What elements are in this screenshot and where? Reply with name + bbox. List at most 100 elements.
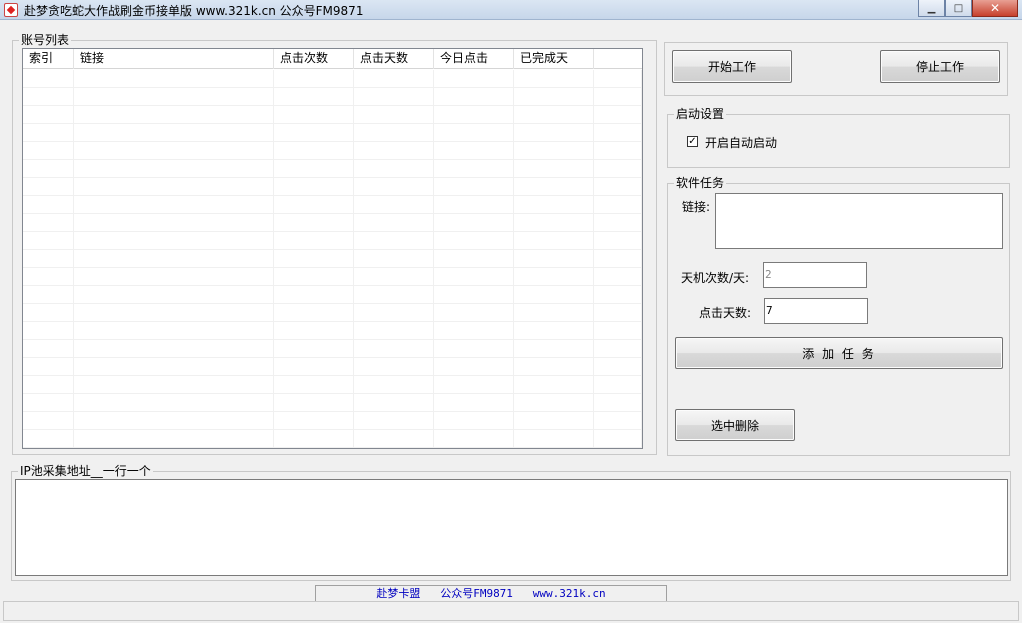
- table-row[interactable]: [23, 268, 642, 286]
- table-row[interactable]: [23, 286, 642, 304]
- table-cell: [23, 214, 74, 232]
- table-cell: [74, 160, 274, 178]
- column-header-click-days[interactable]: 点击天数: [354, 49, 434, 69]
- start-work-button[interactable]: 开始工作: [672, 50, 792, 83]
- table-cell: [514, 376, 594, 394]
- stop-work-button[interactable]: 停止工作: [880, 50, 1000, 83]
- table-cell: [23, 268, 74, 286]
- auto-start-checkbox[interactable]: ✓: [687, 136, 698, 147]
- table-cell: [514, 322, 594, 340]
- minimize-button[interactable]: ▁: [918, 0, 945, 17]
- table-row[interactable]: [23, 412, 642, 430]
- table-cell: [354, 304, 434, 322]
- table-row[interactable]: [23, 160, 642, 178]
- table-cell: [74, 142, 274, 160]
- list-header: 索引 链接 点击次数 点击天数 今日点击 已完成天: [23, 49, 642, 69]
- account-list-view[interactable]: 索引 链接 点击次数 点击天数 今日点击 已完成天: [22, 48, 643, 449]
- table-cell: [23, 124, 74, 142]
- table-cell: [354, 250, 434, 268]
- table-cell: [74, 430, 274, 448]
- table-cell: [594, 124, 642, 142]
- click-days-input[interactable]: 7: [764, 298, 868, 324]
- table-cell: [354, 286, 434, 304]
- column-header-completed-days[interactable]: 已完成天: [514, 49, 594, 69]
- list-body[interactable]: [23, 70, 642, 448]
- table-cell: [23, 376, 74, 394]
- table-row[interactable]: [23, 124, 642, 142]
- link-input[interactable]: [715, 193, 1003, 249]
- table-row[interactable]: [23, 214, 642, 232]
- auto-start-label[interactable]: 开启自动启动: [705, 134, 777, 151]
- table-cell: [594, 304, 642, 322]
- table-cell: [23, 322, 74, 340]
- table-cell: [274, 142, 354, 160]
- table-cell: [74, 196, 274, 214]
- table-cell: [74, 250, 274, 268]
- table-cell: [23, 232, 74, 250]
- window-controls: ▁ □ ✕: [918, 0, 1018, 17]
- table-cell: [434, 304, 514, 322]
- table-cell: [274, 304, 354, 322]
- table-cell: [274, 70, 354, 88]
- table-cell: [434, 358, 514, 376]
- table-cell: [594, 232, 642, 250]
- window-title: 赴梦贪吃蛇大作战刷金币接单版 www.321k.cn 公众号FM9871: [24, 4, 364, 18]
- delete-selected-button[interactable]: 选中删除: [675, 409, 795, 441]
- title-bar[interactable]: 赴梦贪吃蛇大作战刷金币接单版 www.321k.cn 公众号FM9871 ▁ □…: [0, 0, 1022, 20]
- table-cell: [74, 232, 274, 250]
- table-row[interactable]: [23, 394, 642, 412]
- table-cell: [514, 214, 594, 232]
- table-cell: [594, 340, 642, 358]
- table-cell: [274, 322, 354, 340]
- table-cell: [274, 430, 354, 448]
- table-row[interactable]: [23, 196, 642, 214]
- table-cell: [274, 268, 354, 286]
- add-task-button[interactable]: 添 加 任 务: [675, 337, 1003, 369]
- table-cell: [354, 358, 434, 376]
- table-row[interactable]: [23, 70, 642, 88]
- column-header-today-clicks[interactable]: 今日点击: [434, 49, 514, 69]
- status-panel: 赴梦卡盟 公众号FM9871 www.321k.cn: [315, 585, 667, 601]
- table-cell: [434, 196, 514, 214]
- table-cell: [594, 412, 642, 430]
- ip-pool-label: IP池采集地址__一行一个: [18, 464, 153, 478]
- table-cell: [274, 106, 354, 124]
- table-cell: [354, 340, 434, 358]
- table-cell: [594, 268, 642, 286]
- table-cell: [74, 268, 274, 286]
- column-header-link[interactable]: 链接: [74, 49, 274, 69]
- table-row[interactable]: [23, 88, 642, 106]
- app-icon: [4, 3, 18, 17]
- table-cell: [594, 178, 642, 196]
- table-cell: [434, 124, 514, 142]
- table-cell: [274, 196, 354, 214]
- table-row[interactable]: [23, 358, 642, 376]
- column-header-click-count[interactable]: 点击次数: [274, 49, 354, 69]
- daily-clicks-input[interactable]: 2: [763, 262, 867, 288]
- column-header-index[interactable]: 索引: [23, 49, 74, 69]
- table-row[interactable]: [23, 430, 642, 448]
- table-row[interactable]: [23, 250, 642, 268]
- table-row[interactable]: [23, 106, 642, 124]
- table-row[interactable]: [23, 304, 642, 322]
- close-button[interactable]: ✕: [972, 0, 1018, 17]
- table-cell: [23, 394, 74, 412]
- table-row[interactable]: [23, 178, 642, 196]
- table-row[interactable]: [23, 340, 642, 358]
- table-row[interactable]: [23, 376, 642, 394]
- table-cell: [354, 178, 434, 196]
- table-cell: [74, 124, 274, 142]
- maximize-button[interactable]: □: [945, 0, 972, 17]
- table-row[interactable]: [23, 232, 642, 250]
- table-cell: [274, 394, 354, 412]
- startup-settings-label: 启动设置: [674, 107, 727, 121]
- table-cell: [23, 304, 74, 322]
- table-cell: [594, 376, 642, 394]
- ip-pool-input[interactable]: [15, 479, 1008, 576]
- table-cell: [434, 250, 514, 268]
- table-row[interactable]: [23, 142, 642, 160]
- table-row[interactable]: [23, 322, 642, 340]
- table-cell: [514, 160, 594, 178]
- table-cell: [274, 286, 354, 304]
- table-cell: [514, 124, 594, 142]
